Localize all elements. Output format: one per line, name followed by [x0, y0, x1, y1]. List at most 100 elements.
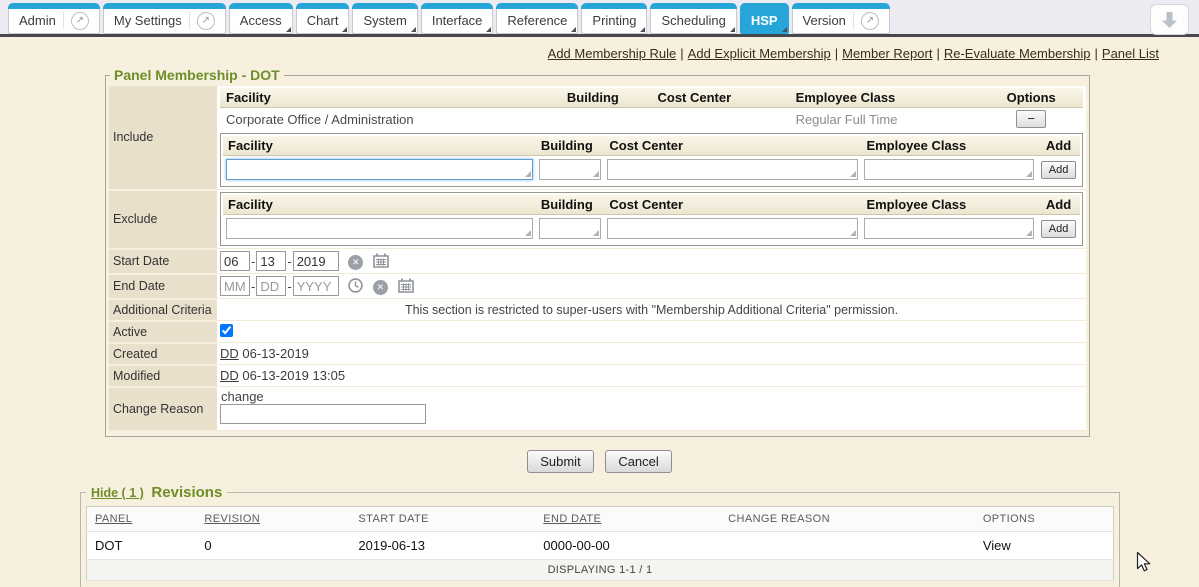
- tab-admin[interactable]: Admin ↗: [8, 3, 100, 34]
- add-membership-rule-link[interactable]: Add Membership Rule: [548, 46, 677, 61]
- include-facility-input[interactable]: [226, 159, 533, 180]
- tab-version[interactable]: Version ↗: [792, 3, 890, 34]
- exclude-facility-input[interactable]: [226, 218, 533, 239]
- include-add-button[interactable]: Add: [1041, 161, 1077, 179]
- tab-my-settings[interactable]: My Settings ↗: [103, 3, 226, 34]
- include-cost-center-input[interactable]: [607, 159, 858, 180]
- col-cost-center: Cost Center: [604, 136, 861, 156]
- include-employee-class-input[interactable]: [864, 159, 1034, 180]
- tab-system[interactable]: System: [352, 3, 417, 34]
- end-month-input[interactable]: [220, 276, 250, 296]
- col-facility: Facility: [223, 195, 536, 215]
- additional-criteria-message: This section is restricted to super-user…: [217, 299, 1086, 321]
- revision-start-date: 2019-06-13: [350, 531, 535, 559]
- include-add-box: Facility Building Cost Center Employee C…: [220, 133, 1083, 187]
- modified-user-link[interactable]: DD: [220, 368, 239, 383]
- end-day-input[interactable]: [256, 276, 286, 296]
- tab-printing[interactable]: Printing: [581, 3, 647, 34]
- created-row: Created DD 06-13-2019: [109, 343, 1086, 365]
- calendar-icon[interactable]: [373, 253, 389, 271]
- link-separator: |: [1091, 46, 1102, 61]
- clear-date-icon[interactable]: ✕: [348, 255, 363, 270]
- tab-access[interactable]: Access: [229, 3, 293, 34]
- top-navbar: Admin ↗ My Settings ↗ Access Chart Syste…: [0, 0, 1199, 37]
- change-reason-row: Change Reason change: [109, 387, 1086, 431]
- add-explicit-membership-link[interactable]: Add Explicit Membership: [688, 46, 831, 61]
- start-day-input[interactable]: [256, 251, 286, 271]
- calendar-icon[interactable]: [398, 278, 414, 296]
- revision-row: DOT 0 2019-06-13 0000-00-00 View: [87, 531, 1114, 559]
- col-end-date[interactable]: END DATE: [535, 506, 720, 531]
- clear-date-icon[interactable]: ✕: [373, 280, 388, 295]
- col-building: Building: [536, 136, 605, 156]
- exclude-add-button[interactable]: Add: [1041, 220, 1077, 238]
- clock-icon[interactable]: [348, 278, 363, 296]
- start-month-input[interactable]: [220, 251, 250, 271]
- end-year-input[interactable]: [293, 276, 339, 296]
- active-row: Active: [109, 321, 1086, 343]
- combo-wrapper: [226, 159, 533, 180]
- created-user-link[interactable]: DD: [220, 346, 239, 361]
- view-revision-link[interactable]: View: [975, 531, 1114, 559]
- external-link-icon[interactable]: ↗: [197, 12, 215, 30]
- exclude-cost-center-input[interactable]: [607, 218, 858, 239]
- col-revision[interactable]: REVISION: [196, 506, 350, 531]
- exclude-employee-class-input[interactable]: [864, 218, 1034, 239]
- tab-divider: [853, 12, 854, 29]
- membership-rule-row: Corporate Office / Administration Regula…: [220, 108, 1083, 131]
- tab-scheduling[interactable]: Scheduling: [650, 3, 736, 34]
- additional-criteria-row: Additional Criteria This section is rest…: [109, 299, 1086, 321]
- tab-label: Version: [803, 13, 846, 28]
- panel-list-link[interactable]: Panel List: [1102, 46, 1159, 61]
- start-date-label: Start Date: [109, 249, 217, 274]
- form-buttons-row: Submit Cancel: [0, 450, 1199, 473]
- change-reason-input[interactable]: [220, 404, 426, 424]
- date-dash: -: [251, 279, 255, 294]
- active-checkbox[interactable]: [220, 324, 233, 337]
- include-row: Include Facility Building Cost Center Em…: [109, 86, 1086, 190]
- tab-label: Chart: [307, 13, 339, 28]
- combo-wrapper: [539, 159, 602, 180]
- include-building-input[interactable]: [539, 159, 602, 180]
- external-link-icon[interactable]: ↗: [861, 12, 879, 30]
- submit-button[interactable]: Submit: [527, 450, 593, 473]
- tab-hsp[interactable]: HSP: [740, 3, 789, 34]
- re-evaluate-membership-link[interactable]: Re-Evaluate Membership: [944, 46, 1091, 61]
- download-button[interactable]: [1150, 4, 1189, 35]
- tab-interface[interactable]: Interface: [421, 3, 494, 34]
- tab-reference[interactable]: Reference: [496, 3, 578, 34]
- include-label: Include: [109, 86, 217, 190]
- tab-label: Reference: [507, 13, 567, 28]
- remove-rule-button[interactable]: −: [1016, 110, 1046, 128]
- end-date-row: End Date -- ✕: [109, 274, 1086, 299]
- hide-revisions-link[interactable]: Hide ( 1 ): [91, 486, 144, 500]
- down-arrow-icon: [1161, 11, 1178, 29]
- member-report-link[interactable]: Member Report: [842, 46, 932, 61]
- start-date-row: Start Date -- ✕: [109, 249, 1086, 274]
- tab-label: Access: [240, 13, 282, 28]
- tab-label: HSP: [751, 13, 778, 28]
- start-year-input[interactable]: [293, 251, 339, 271]
- panel-membership-fieldset: Panel Membership - DOT Include Facility …: [105, 67, 1090, 437]
- exclude-building-input[interactable]: [539, 218, 602, 239]
- change-reason-label: Change Reason: [109, 387, 217, 431]
- tab-divider: [63, 12, 64, 29]
- modified-date: 06-13-2019 13:05: [242, 368, 345, 383]
- revision-number: 0: [196, 531, 350, 559]
- col-start-date: START DATE: [350, 506, 535, 531]
- col-add: Add: [1037, 136, 1080, 156]
- rule-building: [561, 108, 652, 131]
- exclude-add-box: Facility Building Cost Center Employee C…: [220, 192, 1083, 246]
- additional-criteria-label: Additional Criteria: [109, 299, 217, 321]
- table-footer-row: DISPLAYING 1-1 / 1: [87, 559, 1114, 580]
- external-link-icon[interactable]: ↗: [71, 12, 89, 30]
- tab-chart[interactable]: Chart: [296, 3, 350, 34]
- link-separator: |: [932, 46, 943, 61]
- tab-label: Interface: [432, 13, 483, 28]
- col-employee-class: Employee Class: [861, 195, 1037, 215]
- combo-wrapper: [864, 159, 1034, 180]
- col-facility: Facility: [220, 88, 561, 108]
- col-panel[interactable]: PANEL: [87, 506, 197, 531]
- tab-label: My Settings: [114, 13, 182, 28]
- cancel-button[interactable]: Cancel: [605, 450, 671, 473]
